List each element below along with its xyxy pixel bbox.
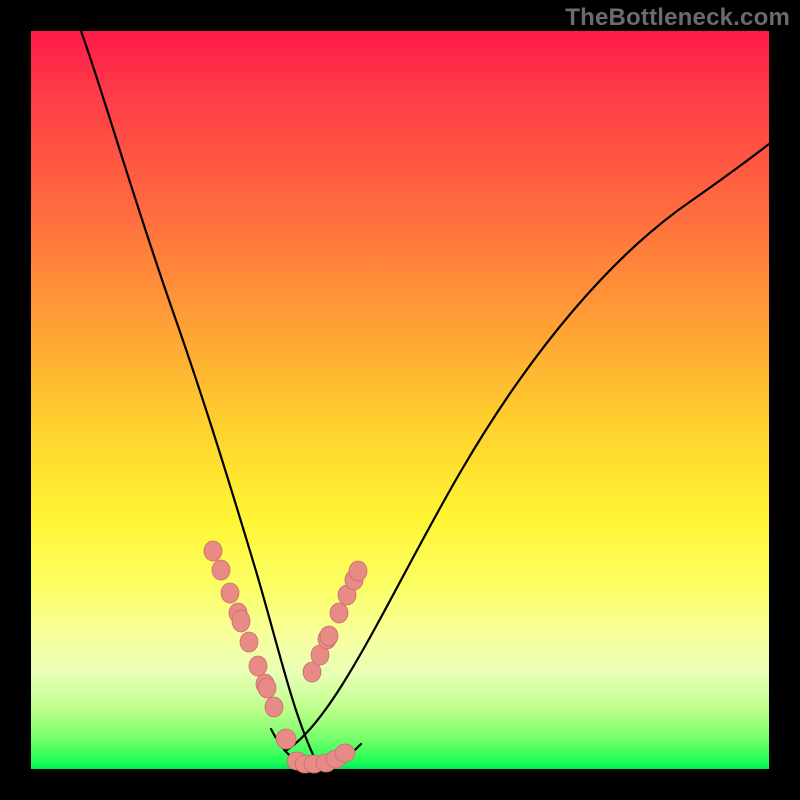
bead-cluster-trough xyxy=(276,729,355,773)
watermark-label: TheBottleneck.com xyxy=(565,4,790,32)
curve-right-branch xyxy=(285,144,769,751)
bead-cluster-left xyxy=(204,541,283,717)
bead-cluster-right xyxy=(303,561,367,682)
chart-plot-area xyxy=(31,31,769,769)
chart-frame: TheBottleneck.com xyxy=(0,0,800,800)
curve-left-branch xyxy=(81,31,316,761)
chart-svg xyxy=(31,31,769,769)
